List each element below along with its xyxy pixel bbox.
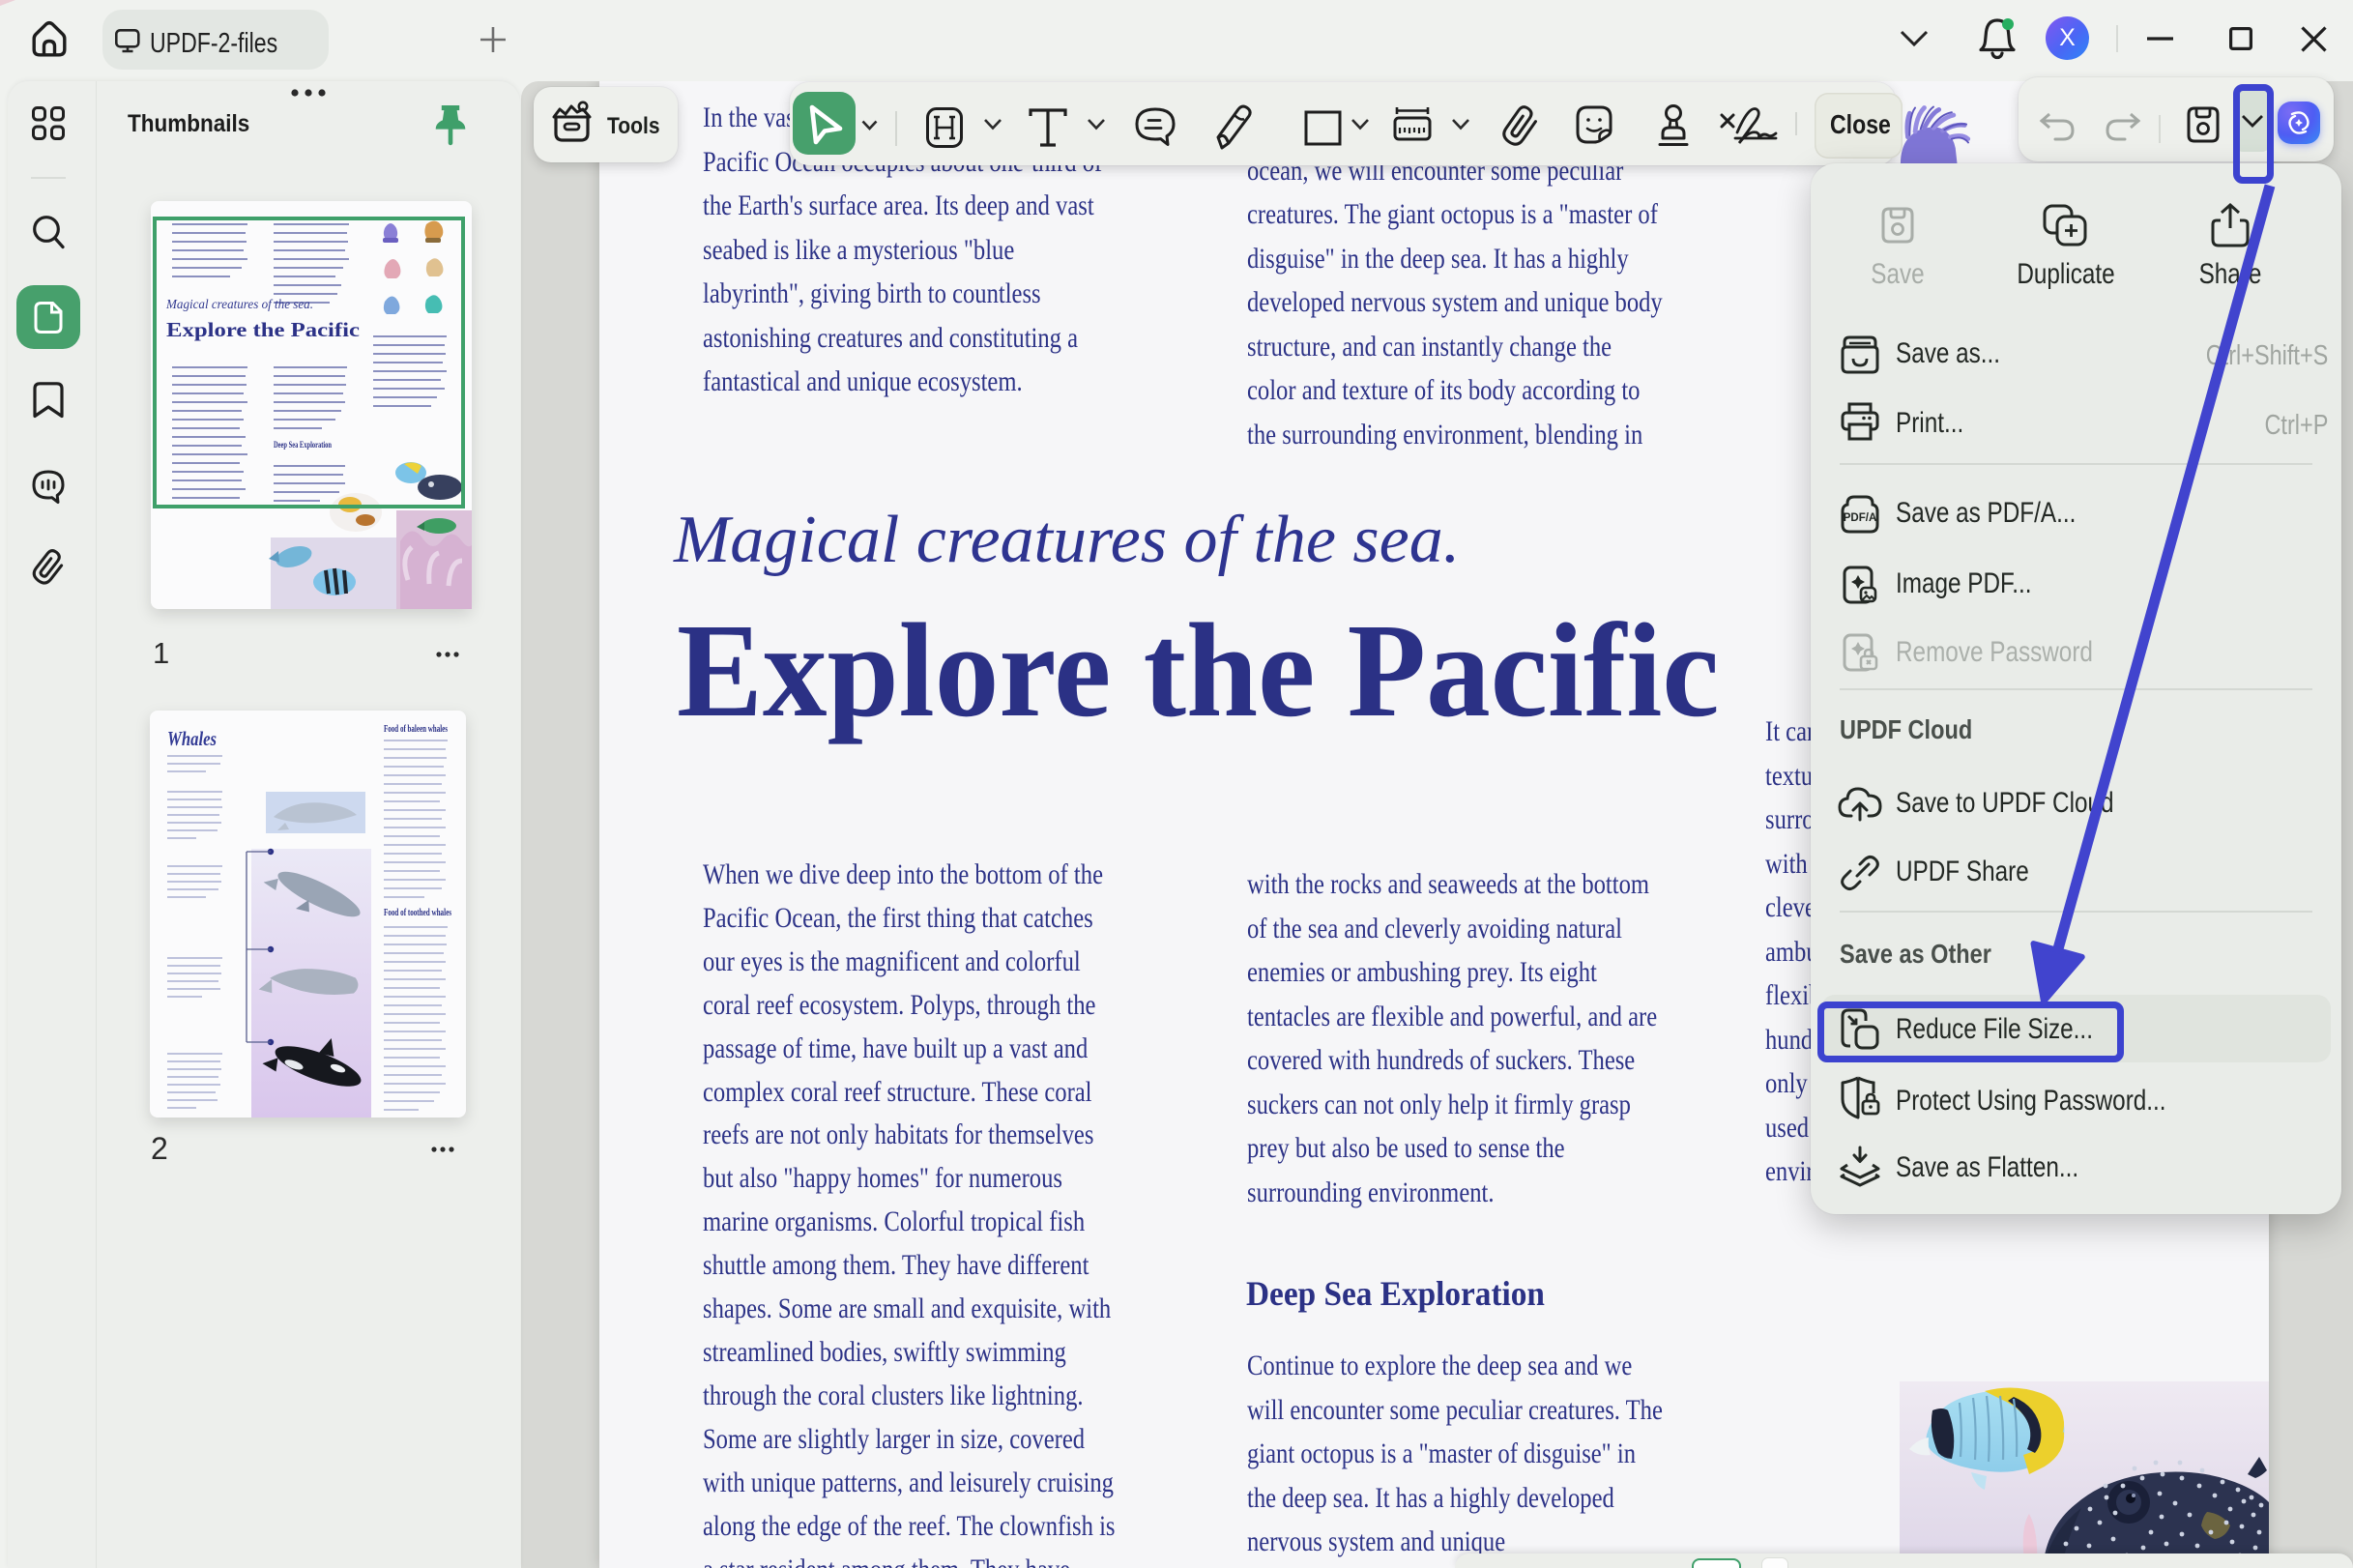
svg-text:Food of baleen whales: Food of baleen whales — [384, 724, 448, 735]
svg-text:Whales: Whales — [167, 727, 217, 750]
svg-text:PDF/A: PDF/A — [1844, 512, 1877, 524]
svg-text:Food of toothed whales: Food of toothed whales — [384, 908, 451, 918]
